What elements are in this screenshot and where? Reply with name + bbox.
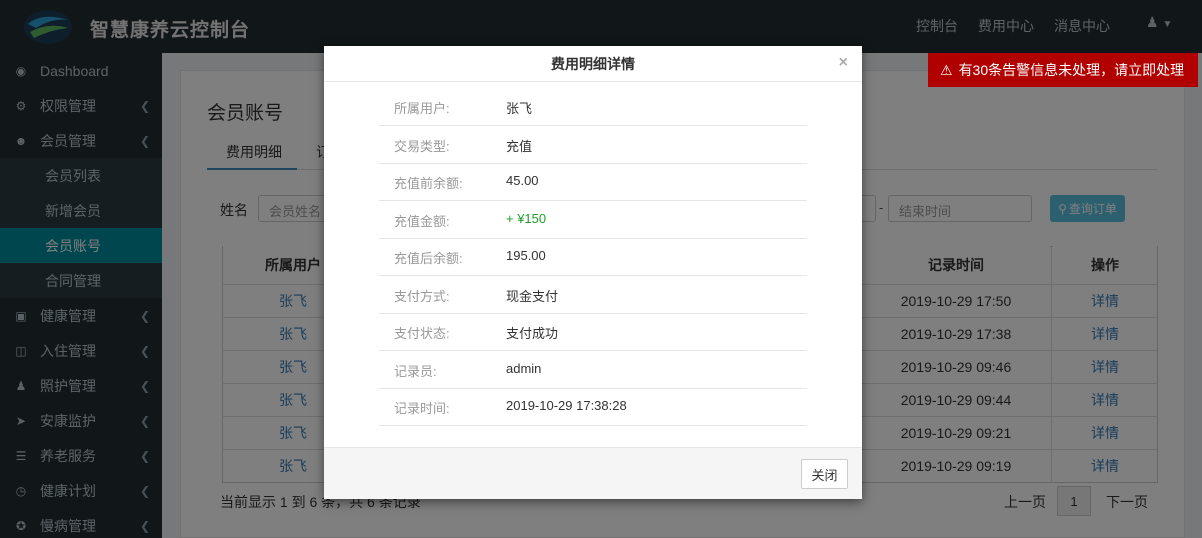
detail-label: 所属用户:	[394, 101, 450, 116]
detail-label: 充值后余额:	[394, 251, 463, 266]
detail-value: + ¥150	[506, 211, 547, 226]
detail-row-recorder: 记录员: admin	[379, 351, 807, 389]
detail-value: 充值	[506, 139, 533, 154]
detail-row-balance-after: 充值后余额: 195.00	[379, 238, 807, 276]
detail-row-transaction-type: 交易类型: 充值	[379, 126, 807, 164]
detail-label: 交易类型:	[394, 139, 450, 154]
detail-row-balance-before: 充值前余额: 45.00	[379, 163, 807, 201]
detail-value: 张飞	[506, 101, 533, 116]
detail-row-payment-method: 支付方式: 现金支付	[379, 276, 807, 314]
detail-label: 记录员:	[394, 364, 437, 379]
modal-title: 费用明细详情	[551, 55, 635, 72]
detail-label: 支付状态:	[394, 326, 450, 341]
modal-header: 费用明细详情 ×	[324, 46, 862, 82]
detail-row-payment-status: 支付状态: 支付成功	[379, 313, 807, 351]
alert-banner[interactable]: ⚠ 有30条告警信息未处理，请立即处理	[928, 53, 1198, 87]
alert-text: 有30条告警信息未处理，请立即处理	[958, 62, 1185, 78]
detail-label: 支付方式:	[394, 289, 450, 304]
detail-label: 充值金额:	[394, 214, 450, 229]
fee-detail-modal: 费用明细详情 × 所属用户: 张飞 交易类型: 充值 充值前余额: 45.00 …	[324, 46, 862, 499]
close-icon[interactable]: ×	[839, 54, 848, 72]
detail-value: 45.00	[506, 173, 539, 188]
detail-row-amount: 充值金额: + ¥150	[379, 201, 807, 239]
modal-footer: 关闭	[324, 447, 862, 499]
detail-value: admin	[506, 361, 542, 376]
detail-label: 充值前余额:	[394, 176, 463, 191]
detail-value: 195.00	[506, 248, 546, 263]
detail-row-record-time: 记录时间: 2019-10-29 17:38:28	[379, 388, 807, 426]
warning-icon: ⚠	[940, 61, 953, 78]
close-button[interactable]: 关闭	[801, 459, 848, 489]
detail-label: 记录时间:	[394, 401, 450, 416]
detail-value: 支付成功	[506, 326, 559, 341]
detail-value: 2019-10-29 17:38:28	[506, 398, 627, 413]
detail-value: 现金支付	[506, 289, 559, 304]
detail-row-user: 所属用户: 张飞	[379, 88, 807, 126]
